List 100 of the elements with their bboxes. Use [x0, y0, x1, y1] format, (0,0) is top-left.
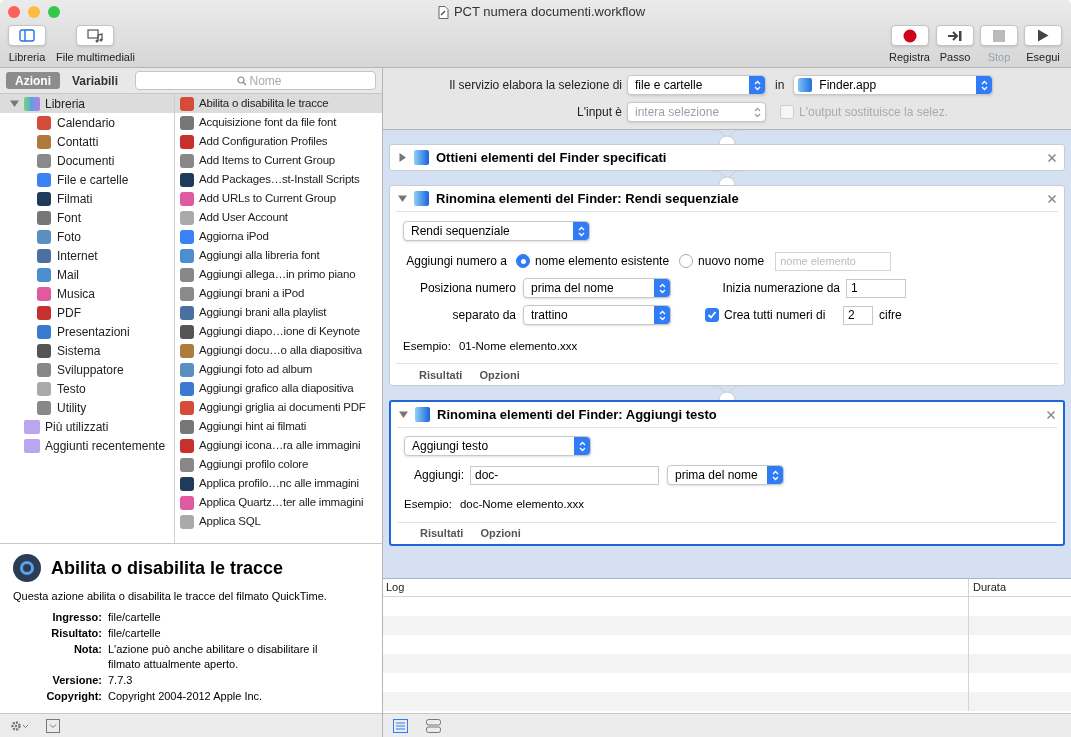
- text-field[interactable]: 1: [846, 278, 906, 298]
- action-item[interactable]: Applica Quartz…ter alle immagini: [175, 493, 382, 512]
- window-title: PCT numera documenti.workflow: [453, 3, 646, 22]
- field-label: Inizia numerazione da: [721, 280, 841, 297]
- action-item[interactable]: Aggiungi icona…ra alle immagini: [175, 436, 382, 455]
- field-label: Aggiungi numero a: [405, 253, 508, 270]
- library-item[interactable]: Calendario: [0, 113, 174, 132]
- field-label: Ingresso:: [51, 609, 103, 625]
- dropdown[interactable]: Aggiungi testo: [404, 436, 591, 457]
- action-item[interactable]: Add Items to Current Group: [175, 151, 382, 170]
- library-item[interactable]: Libreria: [0, 94, 174, 113]
- field-label: Copyright:: [45, 688, 103, 704]
- action-item[interactable]: Abilita o disabilita le tracce: [175, 94, 382, 113]
- example-text: doc-Nome elemento.xxx: [459, 497, 584, 513]
- action-item[interactable]: Aggiungi hint ai filmati: [175, 417, 382, 436]
- action-item[interactable]: Add User Account: [175, 208, 382, 227]
- field-label: Nota:: [72, 641, 103, 657]
- library-item[interactable]: Utility: [0, 398, 174, 417]
- radio-label: nome elemento esistente: [535, 253, 670, 270]
- sidebar-tab[interactable]: Variabili: [63, 72, 128, 89]
- action-item[interactable]: Applica profilo…nc alle immagini: [175, 474, 382, 493]
- dropdown[interactable]: file e cartelle: [627, 75, 766, 95]
- dropdown[interactable]: trattino: [523, 305, 671, 325]
- dropdown[interactable]: prima del nome: [523, 278, 671, 298]
- action-item[interactable]: Aggiorna iPod: [175, 227, 382, 246]
- library-item[interactable]: Sistema: [0, 341, 174, 360]
- action-item[interactable]: Aggiungi profilo colore: [175, 455, 382, 474]
- field-value: file/cartelle: [108, 625, 162, 641]
- description-title: Abilita o disabilita le tracce: [51, 556, 284, 580]
- field-label: Aggiungi:: [412, 467, 465, 485]
- action-item[interactable]: Add Packages…st-Install Scripts: [175, 170, 382, 189]
- toolbar-label: File multimediali: [56, 50, 135, 65]
- action-item[interactable]: Add URLs to Current Group: [175, 189, 382, 208]
- library-item[interactable]: Foto: [0, 227, 174, 246]
- in-label: in: [774, 77, 786, 94]
- library-item[interactable]: Più utilizzati: [0, 417, 174, 436]
- action-item[interactable]: Applica SQL: [175, 512, 382, 531]
- checkbox-label: L'output sostituisce la selez.: [799, 104, 949, 121]
- toolbar-label: Registra: [889, 50, 930, 65]
- library-item[interactable]: Internet: [0, 246, 174, 265]
- radio-label: nuovo nome: [698, 253, 765, 270]
- action-item[interactable]: Aggiungi diapo…ione di Keynote: [175, 322, 382, 341]
- field-label: cifre: [879, 307, 902, 324]
- service-label: Il servizio elabora la selezione di: [448, 77, 623, 94]
- field-label: Risultato:: [50, 625, 103, 641]
- text-field[interactable]: nome elemento: [775, 251, 892, 271]
- field-value: file/cartelle: [108, 609, 162, 625]
- action-item[interactable]: Acquisizione font da file font: [175, 113, 382, 132]
- dropdown[interactable]: prima del nome: [667, 465, 784, 486]
- field-value: 7.7.3: [108, 672, 134, 688]
- footer-tab[interactable]: Opzioni: [480, 524, 521, 542]
- library-item[interactable]: Documenti: [0, 151, 174, 170]
- library-item[interactable]: Aggiunti recentemente: [0, 436, 174, 455]
- example-text: 01-Nome elemento.xxx: [458, 339, 578, 354]
- description-text: Questa azione abilita o disabilita le tracce del filmato QuickTime.: [13, 589, 328, 604]
- action-card[interactable]: Rinomina elementi del Finder: Aggiungi testo Aggiungi testo Aggiungi: doc- prima del nome Esempio: doc-Nome elemento.xxx Risultati Opzioni: [389, 400, 1065, 546]
- text-field[interactable]: 2: [843, 305, 873, 325]
- toolbar-label: Libreria: [8, 50, 46, 65]
- text-field[interactable]: doc-: [470, 465, 659, 485]
- action-title: Ottieni elementi del Finder specificati: [436, 148, 668, 167]
- action-item[interactable]: Aggiungi brani a iPod: [175, 284, 382, 303]
- action-item[interactable]: Aggiungi griglia ai documenti PDF: [175, 398, 382, 417]
- action-item[interactable]: Aggiungi foto ad album: [175, 360, 382, 379]
- dropdown[interactable]: Finder.app: [793, 75, 994, 95]
- library-item[interactable]: Sviluppatore: [0, 360, 174, 379]
- toolbar-label: Passo: [939, 50, 971, 65]
- action-item[interactable]: Aggiungi docu…o alla diapositiva: [175, 341, 382, 360]
- field-label: Versione:: [51, 672, 103, 688]
- library-item[interactable]: Musica: [0, 284, 174, 303]
- toolbar-label: Esegui: [1026, 50, 1060, 65]
- example-label: Esempio:: [404, 497, 452, 513]
- column-header: Durata: [968, 579, 1071, 596]
- column-header: Log: [385, 580, 406, 595]
- example-label: Esempio:: [403, 339, 451, 354]
- action-title: Rinomina elementi del Finder: Rendi sequenziale: [436, 189, 740, 208]
- footer-tab[interactable]: Risultati: [419, 366, 463, 383]
- footer-tab[interactable]: Opzioni: [479, 366, 520, 383]
- action-item[interactable]: Aggiungi brani alla playlist: [175, 303, 382, 322]
- action-item[interactable]: Aggiungi allega…in primo piano: [175, 265, 382, 284]
- library-item[interactable]: Filmati: [0, 189, 174, 208]
- input-label: L'input è: [576, 104, 623, 121]
- library-item[interactable]: Mail: [0, 265, 174, 284]
- field-label: Posiziona numero: [418, 280, 517, 297]
- library-item[interactable]: File e cartelle: [0, 170, 174, 189]
- field-value: Copyright 2004-2012 Apple Inc.: [108, 688, 264, 704]
- action-item[interactable]: Add Configuration Profiles: [175, 132, 382, 151]
- library-item[interactable]: Font: [0, 208, 174, 227]
- dropdown[interactable]: Rendi sequenziale: [403, 221, 590, 241]
- library-item[interactable]: Testo: [0, 379, 174, 398]
- action-item[interactable]: Aggiungi alla libreria font: [175, 246, 382, 265]
- action-item[interactable]: Aggiungi grafico alla diapositiva: [175, 379, 382, 398]
- field-label: separato da: [451, 307, 517, 324]
- action-title: Rinomina elementi del Finder: Aggiungi testo: [437, 406, 718, 424]
- search-field[interactable]: Nome: [135, 71, 376, 90]
- library-item[interactable]: Contatti: [0, 132, 174, 151]
- footer-tab[interactable]: Risultati: [420, 524, 464, 542]
- library-item[interactable]: Presentazioni: [0, 322, 174, 341]
- checkbox-label: Crea tutti numeri di: [724, 307, 826, 324]
- toolbar-label: Stop: [987, 50, 1011, 65]
- library-item[interactable]: PDF: [0, 303, 174, 322]
